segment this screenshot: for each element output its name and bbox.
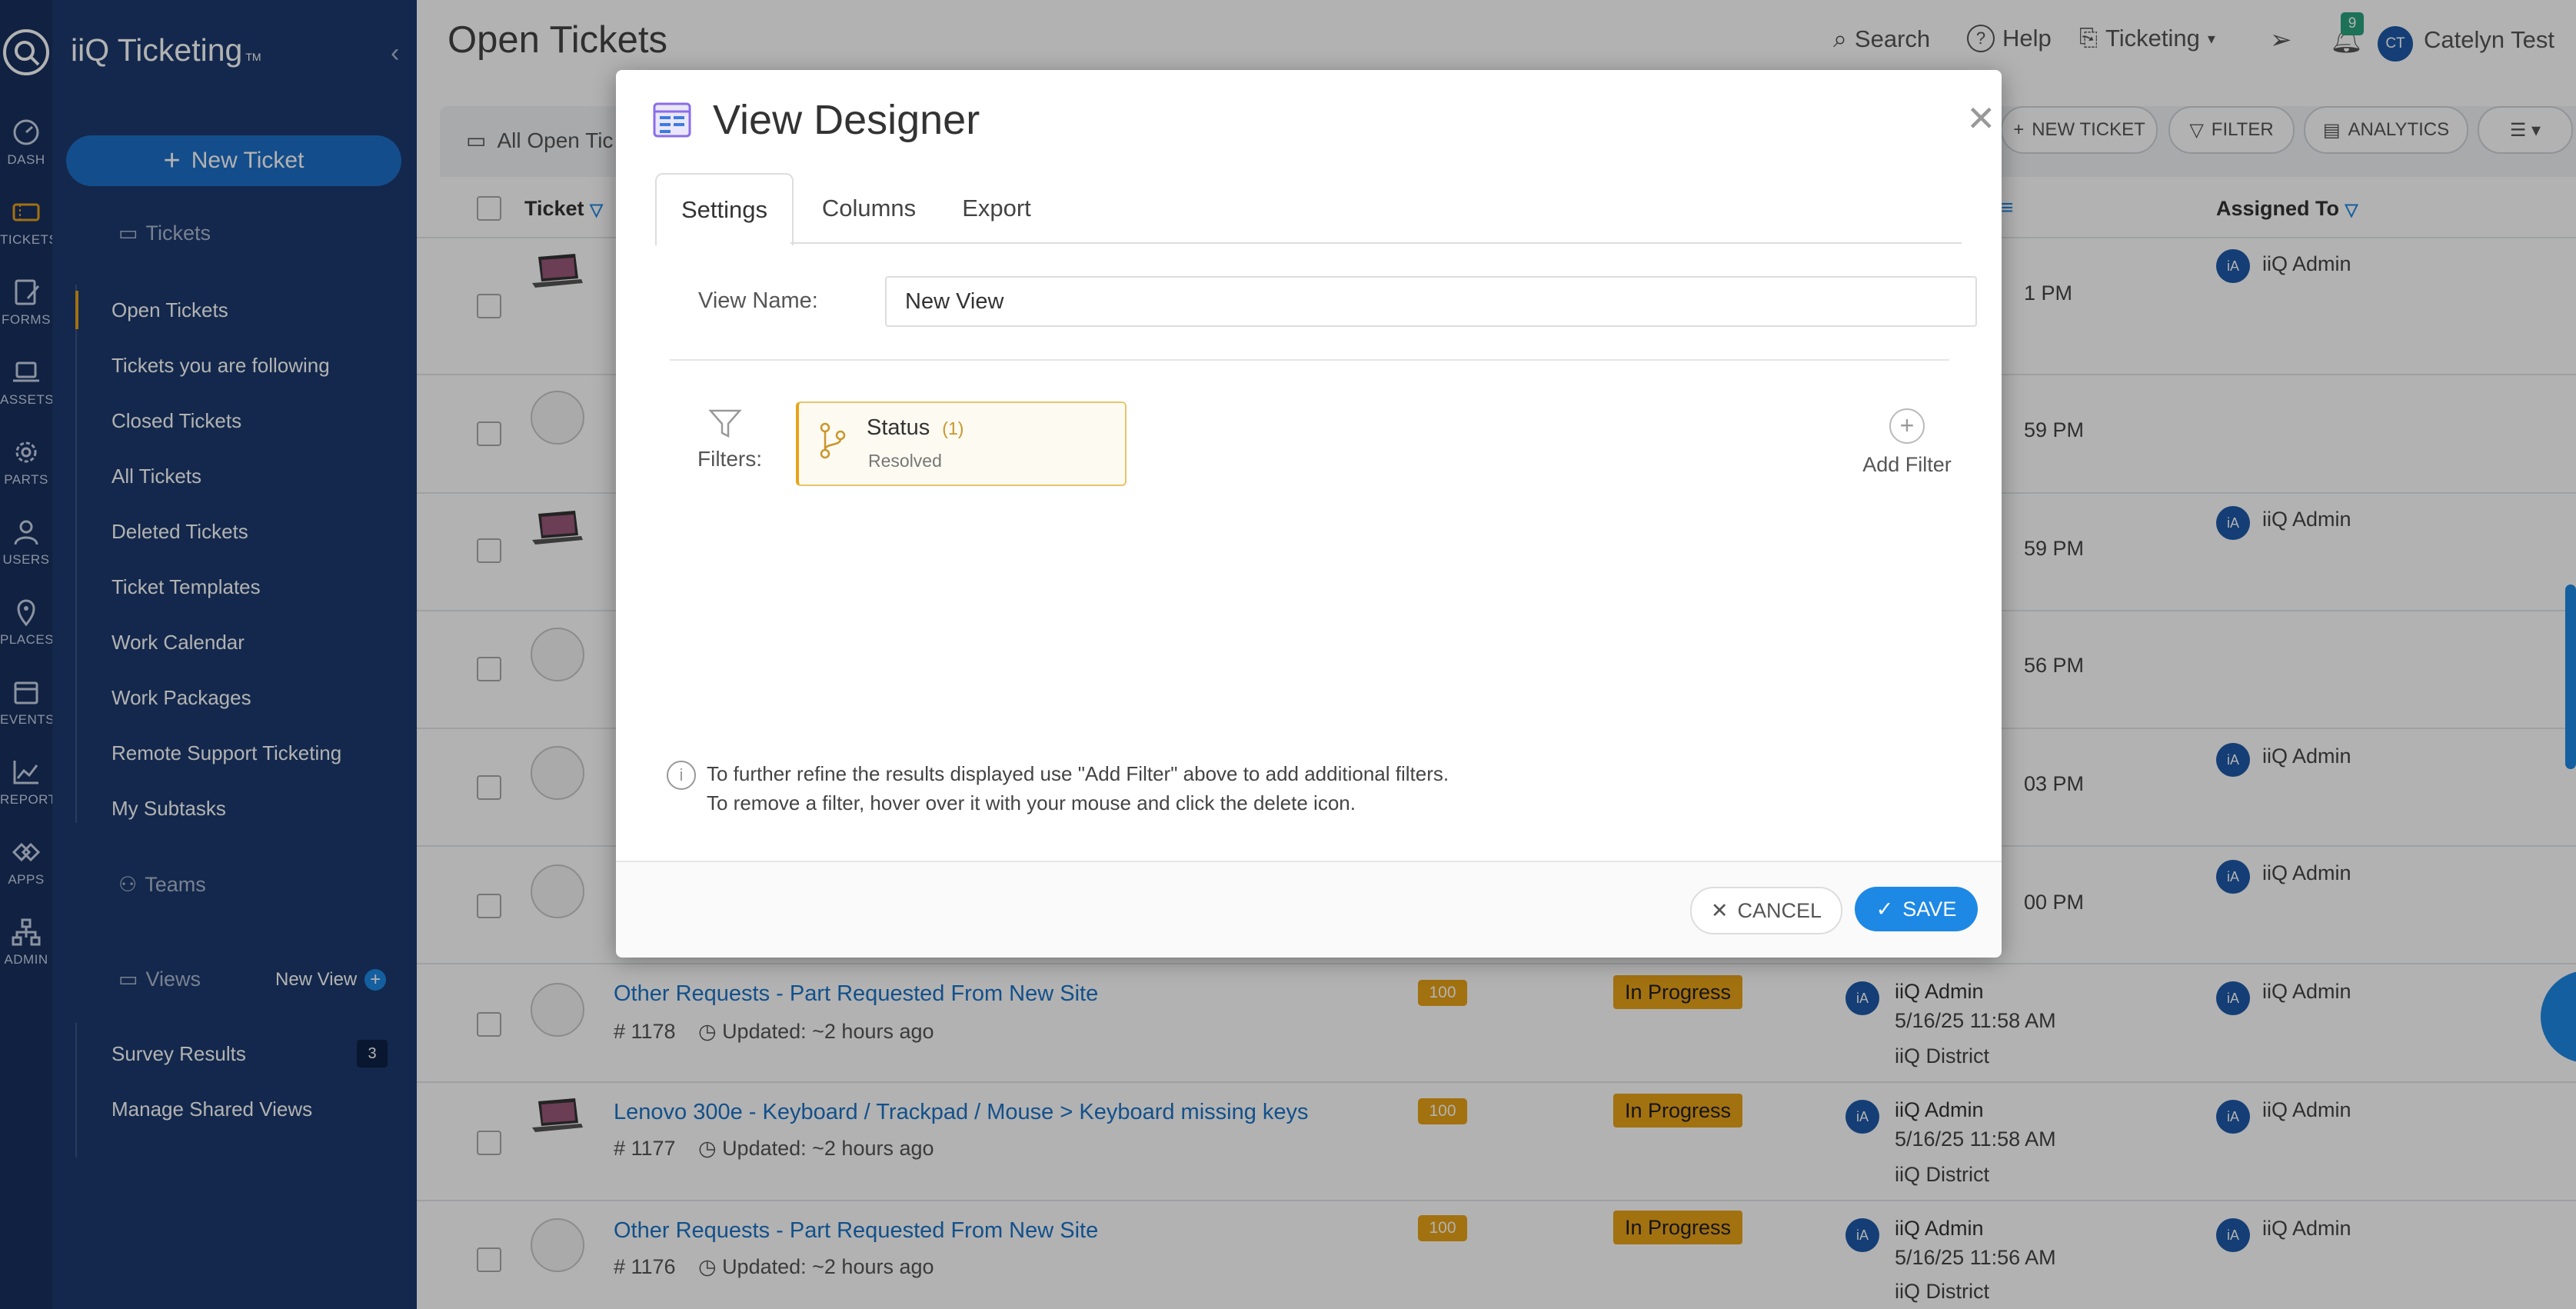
- tab-export[interactable]: Export: [939, 173, 1054, 244]
- modal-title: View Designer: [713, 97, 980, 143]
- filter-chip-status[interactable]: Status (1) Resolved: [796, 401, 1127, 486]
- filters-label: Filters:: [697, 447, 762, 471]
- close-icon[interactable]: ✕: [1966, 98, 1996, 139]
- view-designer-icon: [653, 102, 691, 138]
- branch-icon: [817, 420, 848, 463]
- tab-settings[interactable]: Settings: [655, 173, 794, 245]
- tab-columns[interactable]: Columns: [805, 173, 933, 244]
- info-text-line-2: To remove a filter, hover over it with y…: [707, 791, 1356, 814]
- tab-underline: [790, 242, 1962, 244]
- view-designer-modal: View Designer ✕ Settings Columns Export …: [616, 70, 2002, 958]
- save-button[interactable]: ✓ SAVE: [1855, 887, 1978, 931]
- filter-count: (1): [942, 418, 964, 438]
- view-name-label: View Name:: [698, 288, 818, 313]
- cancel-button[interactable]: ✕ CANCEL: [1690, 887, 1842, 934]
- filter-value: Resolved: [868, 451, 942, 471]
- check-icon: ✓: [1875, 897, 1894, 921]
- filter-funnel-icon: [708, 408, 742, 439]
- info-text-line-1: To further refine the results displayed …: [707, 762, 1449, 785]
- filter-name: Status (1): [867, 415, 964, 440]
- section-divider: [670, 359, 1949, 361]
- add-filter-button[interactable]: + Add Filter: [1834, 408, 1980, 485]
- add-filter-label: Add Filter: [1862, 453, 1952, 476]
- close-icon: ✕: [1710, 898, 1729, 922]
- info-icon: i: [667, 761, 696, 790]
- view-name-input[interactable]: [885, 276, 1977, 327]
- add-circle-icon: +: [1889, 408, 1925, 444]
